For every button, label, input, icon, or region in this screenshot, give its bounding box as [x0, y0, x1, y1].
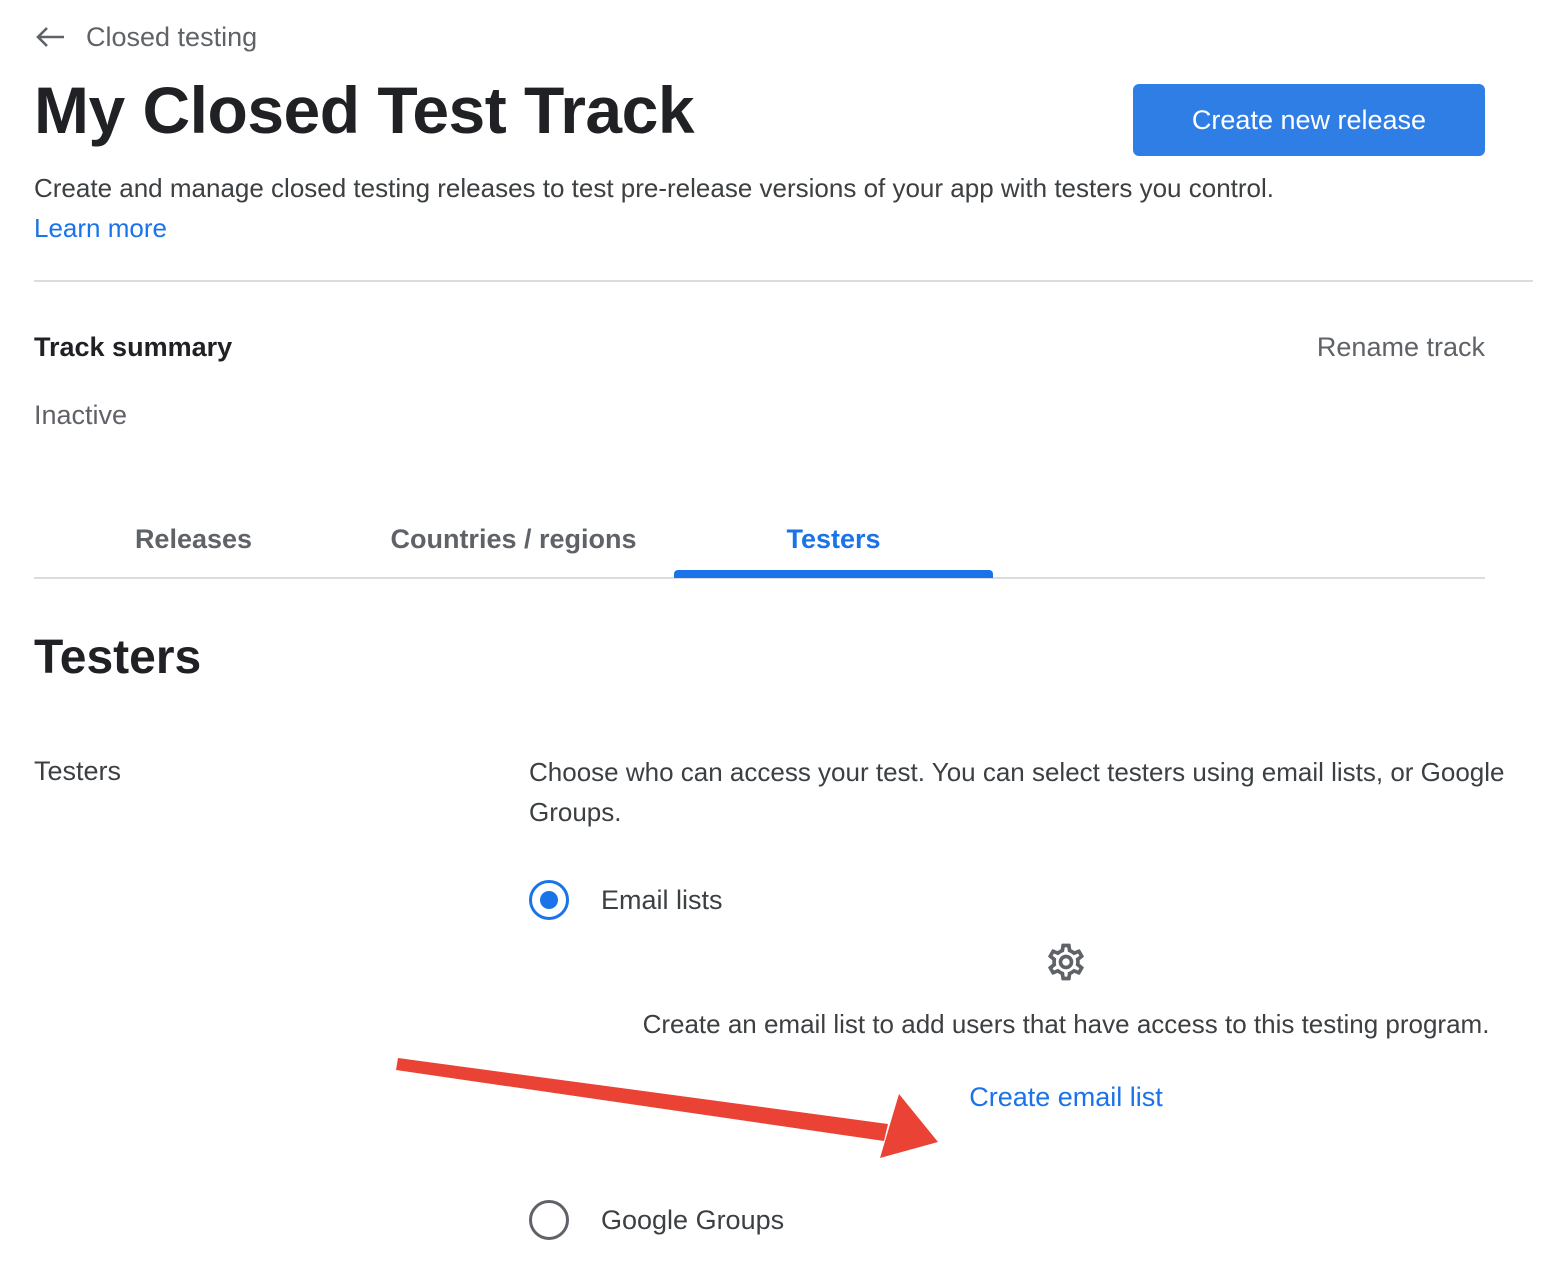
tab-countries-regions[interactable]: Countries / regions [354, 500, 673, 578]
description-text: Create and manage closed testing release… [34, 173, 1274, 203]
track-summary-title: Track summary [34, 332, 233, 362]
email-lists-label: Email lists [601, 885, 723, 915]
create-email-list-link[interactable]: Create email list [969, 1082, 1163, 1113]
rename-track-button[interactable]: Rename track [1317, 328, 1485, 366]
page-description: Create and manage closed testing release… [34, 168, 1494, 248]
create-new-release-button[interactable]: Create new release [1133, 84, 1485, 156]
gear-icon [1048, 943, 1084, 981]
page-title: My Closed Test Track [34, 73, 695, 147]
back-link[interactable]: Closed testing [34, 18, 257, 56]
tab-releases[interactable]: Releases [34, 500, 353, 578]
section-heading: Testers [34, 631, 202, 684]
annotation-arrow [396, 1058, 938, 1158]
learn-more-link[interactable]: Learn more [34, 208, 167, 248]
track-status: Inactive [34, 400, 128, 430]
email-lists-option[interactable]: Email lists [529, 880, 723, 920]
active-tab-indicator [674, 570, 993, 578]
empty-state-text: Create an email list to add users that h… [642, 1009, 1490, 1039]
testers-help-text: Choose who can access your test. You can… [529, 757, 1505, 827]
header-divider [34, 280, 1533, 282]
tab-testers[interactable]: Testers [674, 500, 993, 578]
testers-field-label: Testers [34, 756, 122, 786]
tab-bar: Releases Countries / regions Testers [34, 500, 1485, 580]
email-lists-radio[interactable] [529, 880, 569, 920]
google-groups-option[interactable]: Google Groups [529, 1200, 784, 1240]
arrow-left-icon [36, 27, 64, 47]
google-groups-label: Google Groups [601, 1205, 785, 1235]
google-groups-radio[interactable] [529, 1200, 569, 1240]
back-link-label: Closed testing [86, 21, 258, 52]
